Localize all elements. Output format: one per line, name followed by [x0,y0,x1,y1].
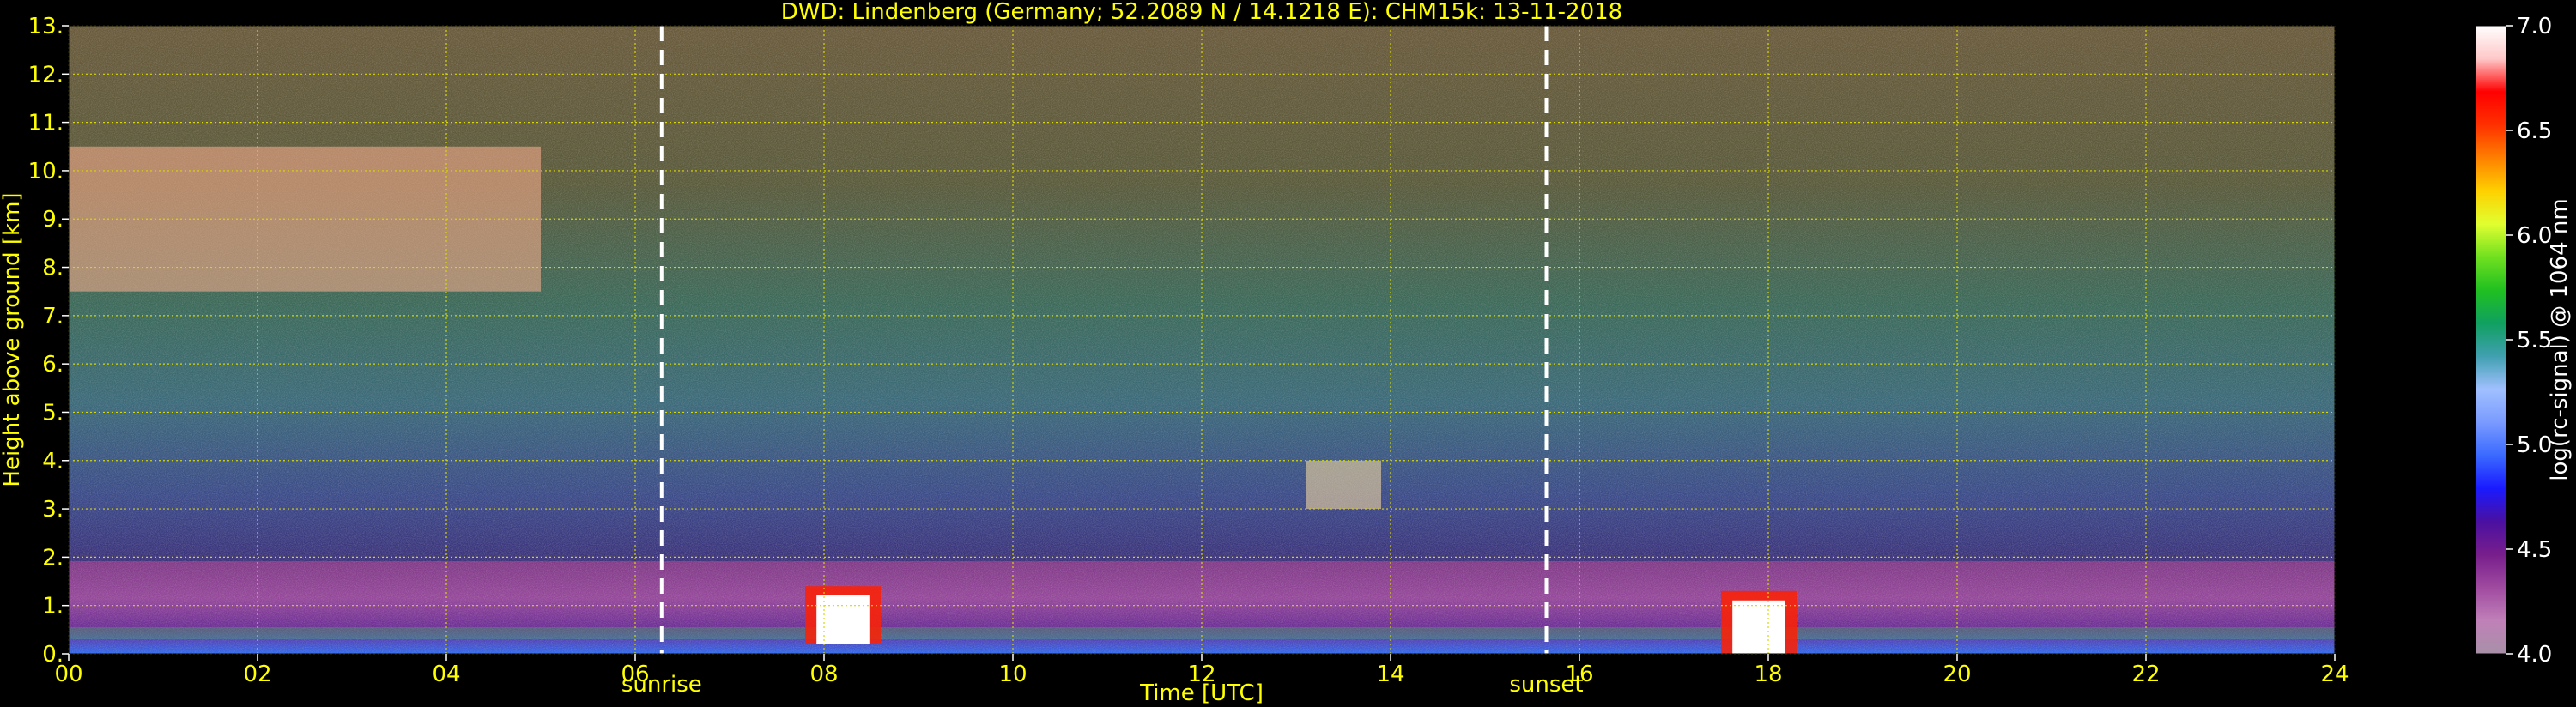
colorbar-tick-label: 4.0 [2517,642,2552,668]
y-tick-label: 12. [28,62,64,88]
x-tick-label: 10 [998,662,1027,687]
x-axis-label: Time [UTC] [1139,680,1264,706]
y-tick-label: 8. [42,256,64,281]
y-tick-label: 4. [42,449,64,474]
y-tick-label: 6. [42,352,64,378]
y-tick-label: 5. [42,400,64,426]
colorbar-scale [2475,25,2507,655]
y-axis-label: Height above ground [km] [0,192,25,486]
chart-title: DWD: Lindenberg (Germany; 52.2089 N / 14… [781,0,1622,25]
x-tick-label: 06 [621,662,649,687]
y-tick-label: 1. [42,594,64,619]
colorbar-ticks: 4.04.55.05.56.06.57.0 [2506,14,2552,668]
colorbar-tick-label: 6.5 [2517,118,2552,144]
colorbar-tick-label: 7.0 [2517,14,2552,39]
x-tick-label: 08 [809,662,838,687]
y-tick-label: 0. [42,642,64,668]
y-tick-label: 3. [42,497,64,523]
y-tick-label: 11. [28,111,64,136]
cloud-core [1732,600,1785,654]
y-tick-label: 10. [28,159,64,184]
cloud-body [1306,460,1381,510]
y-tick-label: 7. [42,304,64,329]
colorbar: 4.04.55.05.56.06.57.0 log(rc-signal) @ 1… [2475,14,2573,668]
x-tick-label: 20 [1943,662,1971,687]
x-tick-label: 24 [2320,662,2349,687]
colorbar-label: log(rc-signal) @ 1064 nm [2547,198,2573,480]
colorbar-tick-label: 4.5 [2517,537,2552,563]
x-tick-label: 04 [432,662,460,687]
x-tick-label: 02 [243,662,271,687]
x-tick-label: 18 [1754,662,1782,687]
boundary-layer-aerosol [69,627,2335,640]
x-tick-label: 16 [1565,662,1593,687]
ceilometer-chart: sunrise sunset 00 02 04 06 08 10 12 14 16 18 20 22 24… [0,0,2573,706]
feature-low-cloud-saturated- [805,586,881,644]
feature-low-cloud-saturated- [1721,590,1797,654]
feature-mid-level-cloud [1306,460,1381,510]
x-tick-label: 22 [2131,662,2160,687]
plot-area: sunrise sunset [68,25,2336,698]
y-tick-label: 9. [42,207,64,233]
x-tick-label: 14 [1376,662,1404,687]
y-tick-label: 2. [42,545,64,571]
y-axis-ticks: 0. 1. 2. 3. 4. 5. 6. 7. 8. 9. 10. 11. 12. 13. [28,14,69,668]
y-tick-label: 13. [28,14,64,39]
